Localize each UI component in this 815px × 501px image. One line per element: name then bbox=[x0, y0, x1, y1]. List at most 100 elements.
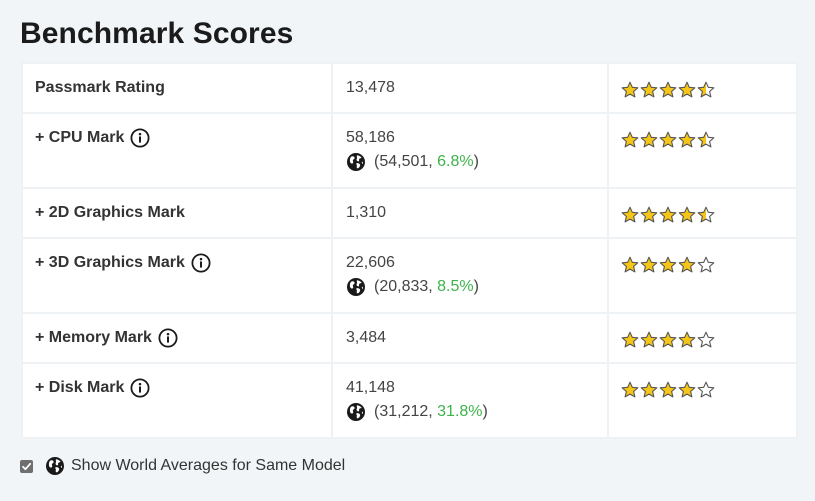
star-icon bbox=[621, 256, 639, 274]
star-rating bbox=[621, 381, 784, 399]
world-average-value: 20,833 bbox=[379, 278, 429, 295]
info-icon[interactable] bbox=[130, 128, 150, 148]
row-label[interactable]: + 2D Graphics Mark bbox=[35, 203, 185, 223]
label-cell: + CPU Mark bbox=[21, 112, 333, 189]
score-value: 41,148 bbox=[346, 379, 395, 396]
world-average: (20,833, 8.5%) bbox=[346, 277, 595, 297]
label-cell: Passmark Rating bbox=[21, 62, 333, 114]
star-icon bbox=[678, 381, 696, 399]
world-average-percent: 8.5% bbox=[437, 278, 474, 295]
stars-cell bbox=[607, 187, 798, 239]
score-value: 22,606 bbox=[346, 254, 395, 271]
star-rating bbox=[621, 256, 784, 274]
star-icon bbox=[659, 131, 677, 149]
world-averages-label[interactable]: Show World Averages for Same Model bbox=[71, 457, 345, 475]
star-icon bbox=[697, 131, 715, 149]
row-label[interactable]: + Disk Mark bbox=[35, 378, 124, 398]
row-label[interactable]: Passmark Rating bbox=[35, 78, 165, 98]
benchmark-scores-table: Passmark Rating 13,478 + CPU Mark 58,186 (54… bbox=[21, 62, 798, 439]
table-row: + Disk Mark 41,148 (31,212, 31.8%) bbox=[21, 362, 798, 439]
star-icon bbox=[659, 381, 677, 399]
star-icon bbox=[640, 381, 658, 399]
table-row: + Memory Mark 3,484 bbox=[21, 312, 798, 364]
value-cell: 22,606 (20,833, 8.5%) bbox=[331, 237, 609, 314]
table-row: + CPU Mark 58,186 (54,501, 6.8%) bbox=[21, 112, 798, 189]
separator: , bbox=[428, 403, 438, 420]
star-rating bbox=[621, 131, 784, 149]
star-icon bbox=[621, 81, 639, 99]
star-icon bbox=[621, 131, 639, 149]
row-label[interactable]: + Memory Mark bbox=[35, 328, 152, 348]
label-cell: + Disk Mark bbox=[21, 362, 333, 439]
stars-cell bbox=[607, 312, 798, 364]
label-cell: + Memory Mark bbox=[21, 312, 333, 364]
score-value: 3,484 bbox=[346, 329, 387, 346]
score-value: 58,186 bbox=[346, 129, 395, 146]
star-icon bbox=[659, 331, 677, 349]
star-icon bbox=[621, 381, 639, 399]
table-row: + 3D Graphics Mark 22,606 (20,833, 8.5%) bbox=[21, 237, 798, 314]
world-averages-checkbox[interactable] bbox=[20, 459, 33, 473]
value-cell: 1,310 bbox=[331, 187, 609, 239]
stars-cell bbox=[607, 362, 798, 439]
star-icon bbox=[678, 256, 696, 274]
separator: , bbox=[428, 153, 438, 170]
star-rating bbox=[621, 331, 784, 349]
paren-close: ) bbox=[473, 153, 479, 170]
star-icon bbox=[621, 331, 639, 349]
row-label[interactable]: + CPU Mark bbox=[35, 128, 124, 148]
world-averages-toggle[interactable]: Show World Averages for Same Model bbox=[20, 456, 345, 476]
star-icon bbox=[640, 81, 658, 99]
star-icon bbox=[621, 206, 639, 224]
star-icon bbox=[640, 331, 658, 349]
world-average: (31,212, 31.8%) bbox=[346, 402, 595, 422]
star-icon bbox=[678, 206, 696, 224]
score-value: 1,310 bbox=[346, 204, 387, 221]
globe-icon bbox=[346, 152, 366, 172]
row-label[interactable]: + 3D Graphics Mark bbox=[35, 253, 185, 273]
star-rating bbox=[621, 206, 784, 224]
globe-icon bbox=[346, 402, 366, 422]
stars-cell bbox=[607, 237, 798, 314]
star-icon bbox=[697, 206, 715, 224]
world-average-percent: 31.8% bbox=[437, 403, 483, 420]
star-icon bbox=[640, 256, 658, 274]
world-average: (54,501, 6.8%) bbox=[346, 152, 595, 172]
value-cell: 58,186 (54,501, 6.8%) bbox=[331, 112, 609, 189]
globe-icon bbox=[346, 277, 366, 297]
page-title: Benchmark Scores bbox=[20, 17, 294, 50]
info-icon[interactable] bbox=[130, 378, 150, 398]
star-icon bbox=[678, 131, 696, 149]
star-icon bbox=[640, 131, 658, 149]
star-icon bbox=[697, 381, 715, 399]
table-row: Passmark Rating 13,478 bbox=[21, 62, 798, 114]
info-icon[interactable] bbox=[191, 253, 211, 273]
info-icon[interactable] bbox=[158, 328, 178, 348]
table-row: + 2D Graphics Mark 1,310 bbox=[21, 187, 798, 239]
separator: , bbox=[428, 278, 438, 295]
star-icon bbox=[659, 81, 677, 99]
star-icon bbox=[678, 81, 696, 99]
world-average-value: 54,501 bbox=[379, 153, 429, 170]
world-average-value: 31,212 bbox=[379, 403, 429, 420]
star-icon bbox=[697, 81, 715, 99]
stars-cell bbox=[607, 62, 798, 114]
label-cell: + 3D Graphics Mark bbox=[21, 237, 333, 314]
star-rating bbox=[621, 81, 784, 99]
value-cell: 3,484 bbox=[331, 312, 609, 364]
star-icon bbox=[640, 206, 658, 224]
star-icon bbox=[659, 256, 677, 274]
paren-close: ) bbox=[482, 403, 488, 420]
globe-icon bbox=[45, 456, 65, 476]
stars-cell bbox=[607, 112, 798, 189]
star-icon bbox=[678, 331, 696, 349]
score-value: 13,478 bbox=[346, 79, 395, 96]
star-icon bbox=[697, 256, 715, 274]
star-icon bbox=[697, 331, 715, 349]
label-cell: + 2D Graphics Mark bbox=[21, 187, 333, 239]
value-cell: 13,478 bbox=[331, 62, 609, 114]
star-icon bbox=[659, 206, 677, 224]
paren-close: ) bbox=[473, 278, 479, 295]
world-average-percent: 6.8% bbox=[437, 153, 474, 170]
value-cell: 41,148 (31,212, 31.8%) bbox=[331, 362, 609, 439]
